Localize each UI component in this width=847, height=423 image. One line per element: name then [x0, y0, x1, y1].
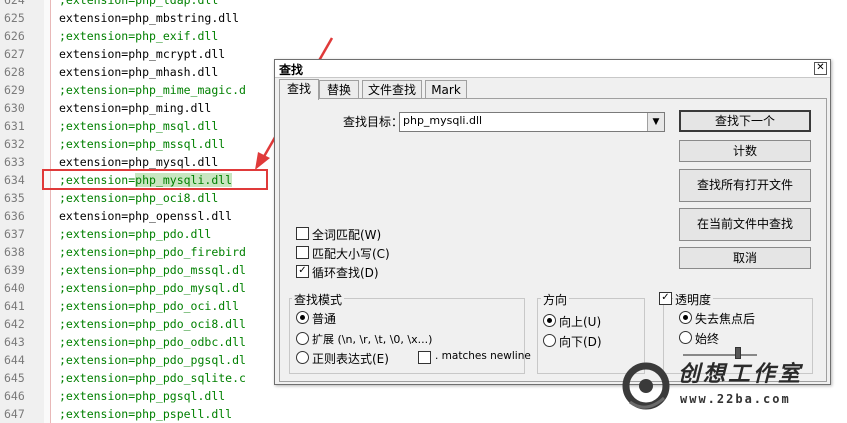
watermark-logo-icon: [622, 362, 670, 410]
search-mode-label: 查找模式: [292, 291, 345, 308]
line-number: 625: [4, 11, 25, 25]
matches-newline-label[interactable]: . matches newline: [435, 350, 531, 362]
line-number: 632: [4, 137, 25, 151]
line-text: ;extension=php_pgsql.dll: [59, 389, 226, 403]
line-number: 647: [4, 407, 25, 421]
count-button[interactable]: 计数: [679, 140, 811, 162]
direction-up-radio[interactable]: [543, 314, 556, 327]
dialog-title: 查找: [279, 63, 304, 77]
dialog-titlebar[interactable]: 查找 ✕: [275, 60, 830, 78]
line-number: 640: [4, 281, 25, 295]
line-number: 633: [4, 155, 25, 169]
watermark-url: www.22ba.com: [680, 392, 791, 406]
search-mode-normal-radio[interactable]: [296, 311, 309, 324]
find-what-combobox[interactable]: php_mysqli.dll ▼: [399, 112, 665, 132]
search-mode-regex-label[interactable]: 正则表达式(E): [312, 350, 389, 367]
line-text: extension=php_mbstring.dll: [59, 11, 240, 25]
line-text: ;extension=php_pspell.dll: [59, 407, 233, 421]
code-line[interactable]: 626 ;extension=php_exif.dll: [0, 27, 847, 45]
direction-label: 方向: [541, 291, 570, 308]
line-text: ;extension=php_ldap.dll: [59, 0, 219, 7]
match-annotation-box: [42, 169, 268, 190]
transparency-on-lose-focus-radio[interactable]: [679, 311, 692, 324]
transparency-label[interactable]: 透明度: [673, 291, 714, 308]
line-text: ;extension=php_mssql.dll: [59, 137, 226, 151]
search-mode-extended-label[interactable]: 扩展 (\n, \r, \t, \0, \x...): [312, 331, 432, 347]
line-number: 630: [4, 101, 25, 115]
line-text: ;extension=php_pdo_mysql.dl: [59, 281, 246, 295]
line-text: extension=php_mhash.dll: [59, 65, 219, 79]
line-number: 638: [4, 245, 25, 259]
line-number: 642: [4, 317, 25, 331]
line-number: 639: [4, 263, 25, 277]
line-number: 628: [4, 65, 25, 79]
line-number: 643: [4, 335, 25, 349]
find-next-button[interactable]: 查找下一个: [679, 110, 811, 132]
line-number: 626: [4, 29, 25, 43]
find-dialog: 查找 ✕ 查找 替换 文件查找 Mark 查找目标： php_mysqli.dl…: [274, 59, 831, 385]
search-mode-normal-label[interactable]: 普通: [312, 310, 336, 327]
watermark-name: 创想工作室: [678, 361, 804, 387]
line-text: ;extension=php_exif.dll: [59, 29, 219, 43]
line-text: ;extension=php_mime_magic.d: [59, 83, 246, 97]
line-text: ;extension=php_msql.dll: [59, 119, 219, 133]
tab-find-in-files[interactable]: 文件查找: [362, 80, 422, 99]
line-text: ;extension=php_pdo_sqlite.c: [59, 371, 246, 385]
direction-up-label[interactable]: 向上(U): [559, 313, 601, 330]
search-mode-regex-radio[interactable]: [296, 351, 309, 364]
tab-find[interactable]: 查找: [279, 79, 319, 100]
find-all-open-files-button[interactable]: 查找所有打开文件: [679, 169, 811, 202]
line-number: 624: [4, 0, 25, 7]
line-text: ;extension=php_pdo.dll: [59, 227, 212, 241]
transparency-always-label[interactable]: 始终: [695, 330, 719, 347]
line-number: 634: [4, 173, 25, 187]
direction-down-radio[interactable]: [543, 334, 556, 347]
line-text: ;extension=php_pdo_oci.dll: [59, 299, 240, 313]
wrap-around-label[interactable]: 循环查找(D): [312, 264, 379, 281]
line-number: 646: [4, 389, 25, 403]
line-number: 641: [4, 299, 25, 313]
chevron-down-icon[interactable]: ▼: [647, 113, 664, 131]
line-text: ;extension=php_pdo_mssql.dl: [59, 263, 246, 277]
find-what-value: php_mysqli.dll: [403, 114, 483, 127]
whole-word-label[interactable]: 全词匹配(W): [312, 226, 381, 243]
transparency-always-radio[interactable]: [679, 331, 692, 344]
line-text: extension=php_mcrypt.dll: [59, 47, 226, 61]
tab-replace[interactable]: 替换: [319, 80, 359, 99]
line-text: ;extension=php_pdo_pgsql.dl: [59, 353, 246, 367]
line-text: ;extension=php_pdo_firebird: [59, 245, 246, 259]
tab-mark[interactable]: Mark: [425, 80, 467, 99]
line-text: ;extension=php_oci8.dll: [59, 191, 219, 205]
transparency-checkbox[interactable]: ✓: [659, 292, 672, 305]
line-number: 644: [4, 353, 25, 367]
line-number: 631: [4, 119, 25, 133]
direction-down-label[interactable]: 向下(D): [559, 333, 602, 350]
line-text: extension=php_openssl.dll: [59, 209, 233, 223]
find-in-current-file-button[interactable]: 在当前文件中查找: [679, 208, 811, 241]
whole-word-checkbox[interactable]: [296, 227, 309, 240]
watermark: 创想工作室 www.22ba.com: [618, 352, 847, 423]
find-what-label: 查找目标：: [343, 115, 404, 129]
code-line[interactable]: 624 ;extension=php_ldap.dll: [0, 0, 847, 9]
matches-newline-checkbox[interactable]: [418, 351, 431, 364]
line-text: ;extension=php_pdo_oci8.dll: [59, 317, 246, 331]
line-number: 635: [4, 191, 25, 205]
line-number: 636: [4, 209, 25, 223]
line-text: ;extension=php_pdo_odbc.dll: [59, 335, 246, 349]
cancel-button[interactable]: 取消: [679, 247, 811, 269]
wrap-around-checkbox[interactable]: ✓: [296, 265, 309, 278]
close-icon[interactable]: ✕: [814, 62, 827, 75]
match-case-label[interactable]: 匹配大小写(C): [312, 245, 390, 262]
line-number: 645: [4, 371, 25, 385]
line-number: 627: [4, 47, 25, 61]
search-mode-extended-radio[interactable]: [296, 332, 309, 345]
transparency-on-lose-focus-label[interactable]: 失去焦点后: [695, 310, 755, 327]
match-case-checkbox[interactable]: [296, 246, 309, 259]
line-text: extension=php_ming.dll: [59, 101, 212, 115]
line-number: 629: [4, 83, 25, 97]
line-number: 637: [4, 227, 25, 241]
code-line[interactable]: 625 extension=php_mbstring.dll: [0, 9, 847, 27]
